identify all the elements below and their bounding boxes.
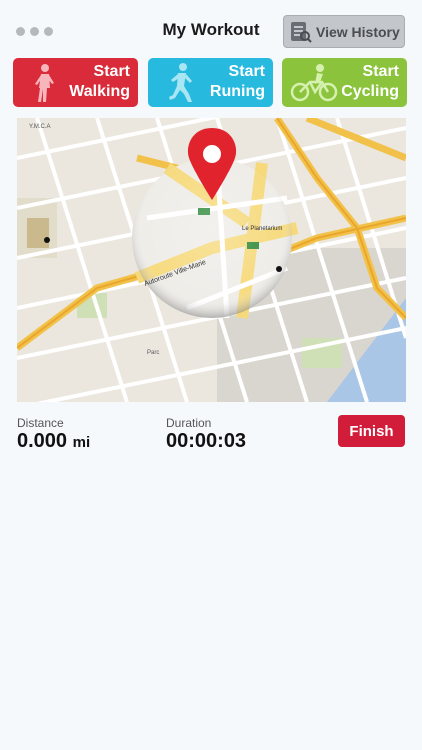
run-line2: Runing	[209, 83, 265, 100]
view-history-button[interactable]: View History	[283, 15, 405, 48]
distance-unit: mi	[72, 434, 91, 451]
svg-text:Parc: Parc	[147, 350, 159, 356]
cycle-line2: Cycling	[341, 83, 399, 100]
cyclist-icon	[290, 64, 338, 102]
walk-line1: Start	[93, 63, 130, 80]
app-header: My Workout View History	[0, 0, 422, 60]
svg-text:Le Planetarium: Le Planetarium	[242, 226, 282, 232]
map-graphic: Y.M.C.A Autoroute Ville-Marie Le Planeta…	[17, 118, 406, 402]
history-list-icon	[291, 21, 312, 43]
route-map[interactable]: Y.M.C.A Autoroute Ville-Marie Le Planeta…	[17, 118, 406, 402]
walk-line2: Walking	[69, 83, 130, 100]
duration-label: Duration	[166, 416, 212, 430]
duration-value: 00:00:03	[166, 430, 247, 452]
cycle-line1: Start	[362, 63, 399, 80]
distance-label: Distance	[17, 416, 64, 430]
walking-person-icon	[35, 64, 54, 102]
run-line1: Start	[228, 63, 265, 80]
map-label-ymca: Y.M.C.A	[29, 124, 51, 130]
running-person-icon	[169, 63, 192, 102]
start-cycling-button[interactable]: Start Cycling	[282, 58, 407, 107]
distance-number: 0.000	[17, 430, 68, 452]
finish-button[interactable]: Finish	[338, 415, 405, 447]
start-running-button[interactable]: Start Runing	[148, 58, 273, 107]
distance-value: 0.000 mi	[17, 430, 90, 453]
start-walking-button[interactable]: Start Walking	[13, 58, 138, 107]
view-history-label: View History	[316, 23, 400, 40]
